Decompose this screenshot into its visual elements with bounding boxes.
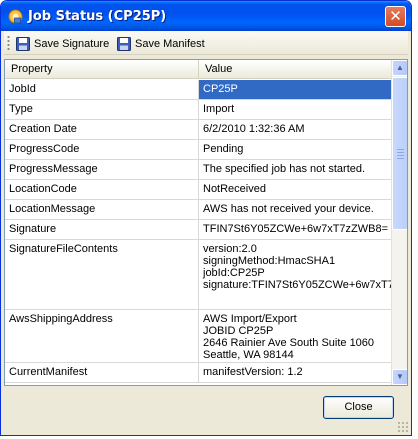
floppy-disk-icon bbox=[16, 36, 30, 51]
scrollbar-thumb[interactable] bbox=[392, 77, 407, 230]
property-cell[interactable]: SignatureFileContents bbox=[5, 240, 199, 309]
property-cell[interactable]: ProgressCode bbox=[5, 140, 199, 159]
value-cell[interactable]: The specified job has not started. bbox=[199, 160, 392, 179]
value-line: AWS has not received your device. bbox=[203, 203, 374, 215]
job-status-icon bbox=[8, 9, 23, 24]
save-manifest-label: Save Manifest bbox=[135, 37, 205, 50]
table-row[interactable]: Creation Date 6/2/2010 1:32:36 AM bbox=[5, 120, 392, 140]
table-row[interactable]: LocationMessage AWS has not received your… bbox=[5, 200, 392, 220]
toolbar: Save Signature Save Manifest bbox=[4, 31, 408, 55]
value-cell[interactable]: manifestVersion: 1.2 bbox=[199, 363, 392, 382]
value-line: signingMethod:HmacSHA1 bbox=[203, 255, 336, 267]
value-line: signature:TFIN7St6Y05ZCWe+6w7xT7z bbox=[203, 279, 392, 291]
table-row[interactable]: AwsShippingAddress AWS Import/Export JOBID… bbox=[5, 310, 392, 363]
column-header-property[interactable]: Property bbox=[5, 60, 199, 79]
value-line: AWS Import/Export bbox=[203, 313, 297, 325]
value-cell[interactable]: Pending bbox=[199, 140, 392, 159]
grid-header: Property Value bbox=[5, 60, 392, 79]
save-manifest-button[interactable]: Save Manifest bbox=[117, 35, 205, 52]
window-close-button[interactable]: ✕ bbox=[385, 6, 406, 27]
value-cell[interactable]: AWS has not received your device. bbox=[199, 200, 392, 219]
value-line: JOBID CP25P bbox=[203, 325, 274, 337]
toolbar-grip[interactable] bbox=[7, 35, 10, 51]
value-line: CP25P bbox=[203, 83, 238, 95]
table-row[interactable]: ProgressCode Pending bbox=[5, 140, 392, 160]
value-line: Import bbox=[203, 103, 235, 115]
close-icon: ✕ bbox=[389, 7, 402, 25]
value-cell[interactable]: Import bbox=[199, 100, 392, 119]
property-cell[interactable]: LocationMessage bbox=[5, 200, 199, 219]
window-title: Job Status (CP25P) bbox=[28, 9, 167, 24]
value-cell[interactable]: 6/2/2010 1:32:36 AM bbox=[199, 120, 392, 139]
value-line: jobId:CP25P bbox=[203, 267, 265, 279]
property-cell[interactable]: Creation Date bbox=[5, 120, 199, 139]
table-row[interactable]: SignatureFileContents version:2.0 signingM… bbox=[5, 240, 392, 310]
value-cell[interactable]: AWS Import/Export JOBID CP25P 2646 Rainier… bbox=[199, 310, 392, 362]
table-row[interactable]: Signature TFIN7St6Y05ZCWe+6w7xT7zZWB8= bbox=[5, 220, 392, 240]
save-signature-button[interactable]: Save Signature bbox=[16, 35, 109, 52]
table-row[interactable]: JobId CP25P bbox=[5, 80, 392, 100]
close-button[interactable]: Close bbox=[323, 396, 394, 419]
title-bar[interactable]: Job Status (CP25P) ✕ bbox=[1, 1, 411, 31]
value-cell[interactable]: version:2.0 signingMethod:HmacSHA1 jobId:C… bbox=[199, 240, 392, 309]
floppy-disk-icon bbox=[117, 36, 131, 51]
value-line: TFIN7St6Y05ZCWe+6w7xT7zZWB8= bbox=[203, 223, 389, 235]
property-cell[interactable]: ProgressMessage bbox=[5, 160, 199, 179]
resize-grip[interactable] bbox=[397, 421, 409, 433]
value-line: version:2.0 bbox=[203, 243, 257, 255]
table-row[interactable]: ProgressMessage The specified job has not… bbox=[5, 160, 392, 180]
value-line: 2646 Rainier Ave South Suite 1060 bbox=[203, 337, 375, 349]
value-line: NotReceived bbox=[203, 183, 266, 195]
job-properties-grid[interactable]: Property Value JobId CP25P Type Import Creat… bbox=[4, 59, 408, 386]
property-cell[interactable]: CurrentManifest bbox=[5, 363, 199, 382]
column-header-value[interactable]: Value bbox=[199, 60, 392, 79]
table-row[interactable]: LocationCode NotReceived bbox=[5, 180, 392, 200]
save-signature-label: Save Signature bbox=[34, 37, 110, 50]
scroll-down-arrow-icon[interactable]: ▼ bbox=[392, 369, 407, 385]
value-cell[interactable]: NotReceived bbox=[199, 180, 392, 199]
job-status-window: Job Status (CP25P) ✕ Save Signature Save… bbox=[0, 0, 412, 436]
value-line: The specified job has not started. bbox=[203, 163, 366, 175]
table-row[interactable]: CurrentManifest manifestVersion: 1.2 bbox=[5, 363, 392, 383]
property-cell[interactable]: JobId bbox=[5, 80, 199, 99]
vertical-scrollbar[interactable]: ▲ ▼ bbox=[391, 60, 407, 385]
value-line: 6/2/2010 1:32:36 AM bbox=[203, 123, 305, 135]
property-cell[interactable]: AwsShippingAddress bbox=[5, 310, 199, 362]
value-cell[interactable]: CP25P bbox=[199, 80, 392, 99]
table-row[interactable]: Type Import bbox=[5, 100, 392, 120]
value-line: manifestVersion: 1.2 bbox=[203, 366, 303, 378]
property-cell[interactable]: Signature bbox=[5, 220, 199, 239]
property-cell[interactable]: LocationCode bbox=[5, 180, 199, 199]
value-line: Seattle, WA 98144 bbox=[203, 349, 294, 361]
property-cell[interactable]: Type bbox=[5, 100, 199, 119]
scroll-up-arrow-icon[interactable]: ▲ bbox=[392, 60, 407, 76]
value-cell[interactable]: TFIN7St6Y05ZCWe+6w7xT7zZWB8= bbox=[199, 220, 392, 239]
value-line: Pending bbox=[203, 143, 244, 155]
